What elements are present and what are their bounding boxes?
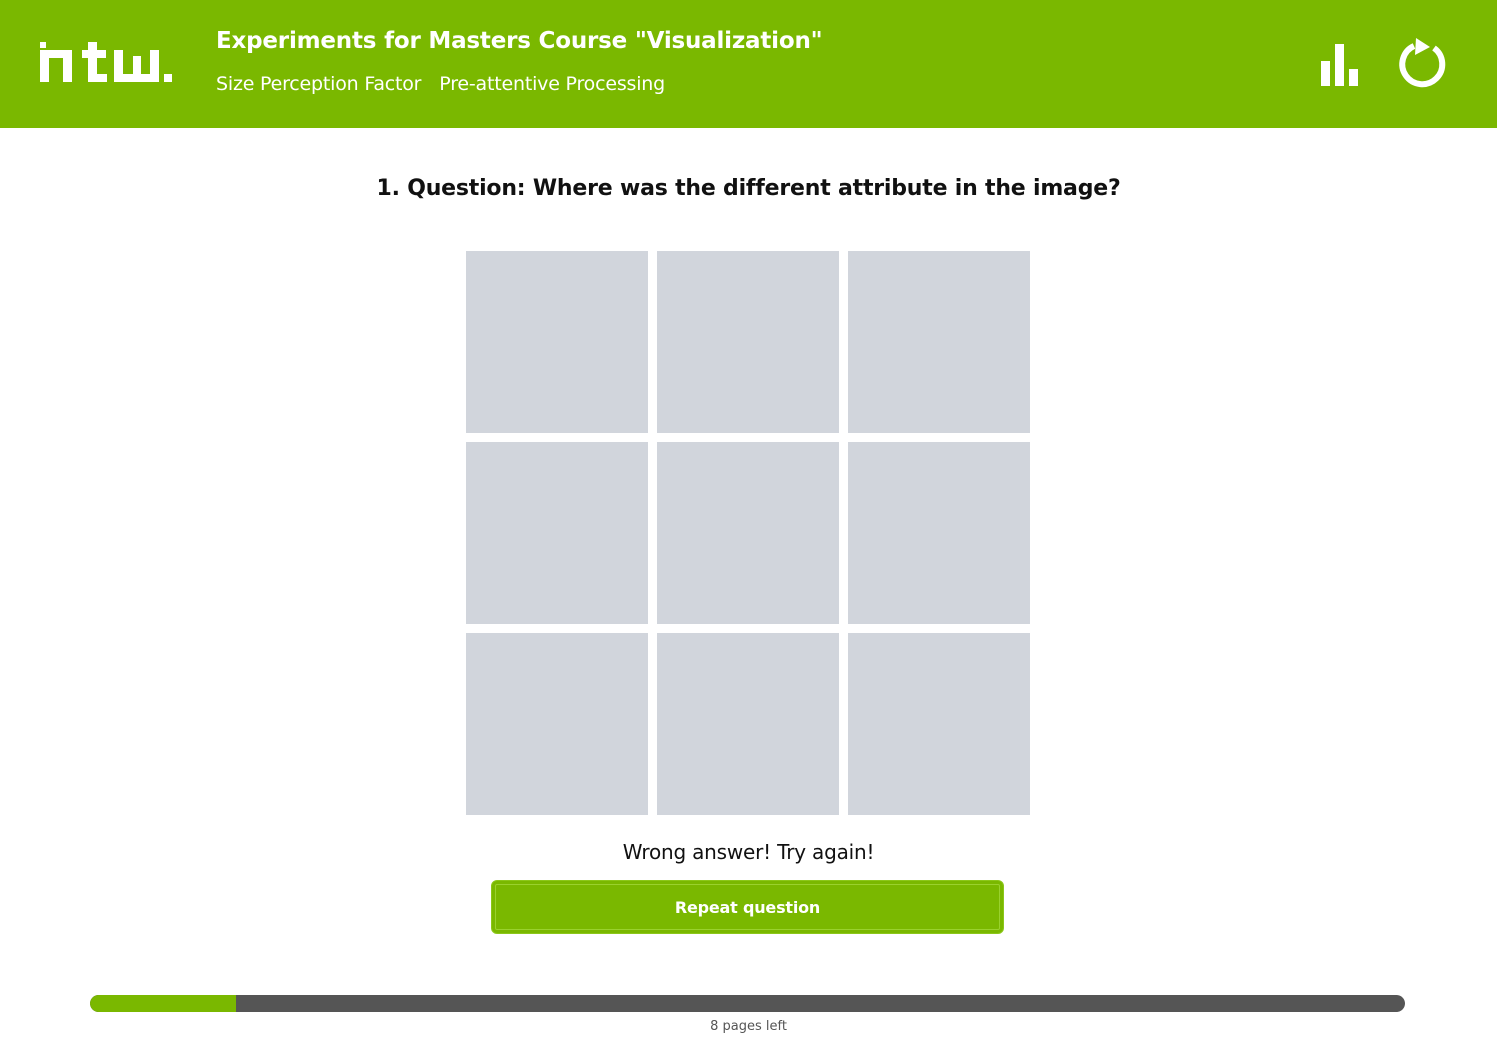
question-text: 1. Question: Where was the different att… (376, 176, 1121, 201)
feedback-message: Wrong answer! Try again! (622, 840, 875, 864)
grid-cell-8[interactable] (657, 633, 839, 815)
grid-cell-5[interactable] (657, 442, 839, 624)
grid-cell-6[interactable] (848, 442, 1030, 624)
restart-button[interactable] (1394, 36, 1450, 92)
answer-grid (466, 251, 1030, 815)
progress-bar-fill (90, 995, 236, 1012)
grid-cell-9[interactable] (848, 633, 1030, 815)
pages-left-text: 8 pages left (710, 1019, 787, 1034)
htw-logo (40, 42, 172, 82)
statistics-button[interactable] (1310, 36, 1366, 92)
bar-chart-icon (1321, 44, 1358, 86)
grid-cell-1[interactable] (466, 251, 648, 433)
grid-cell-2[interactable] (657, 251, 839, 433)
grid-cell-3[interactable] (848, 251, 1030, 433)
grid-cell-7[interactable] (466, 633, 648, 815)
repeat-question-button[interactable]: Repeat question (491, 880, 1004, 934)
app-title: Experiments for Masters Course "Visualiz… (216, 28, 823, 54)
restart-icon (1399, 38, 1446, 88)
top-nav: Size Perception Factor Pre-attentive Pro… (216, 73, 665, 95)
nav-link-pre-attentive[interactable]: Pre-attentive Processing (439, 73, 665, 95)
grid-cell-4[interactable] (466, 442, 648, 624)
progress-bar (90, 995, 1405, 1012)
app-header: Experiments for Masters Course "Visualiz… (0, 0, 1497, 128)
nav-link-size-perception[interactable]: Size Perception Factor (216, 73, 421, 95)
